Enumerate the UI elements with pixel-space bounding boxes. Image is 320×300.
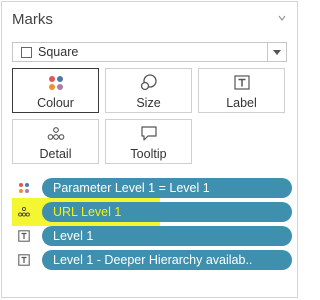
colour-button[interactable]: Colour xyxy=(12,68,99,113)
detail-button[interactable]: Detail xyxy=(12,119,99,164)
colour-dots-icon xyxy=(49,76,63,90)
square-mark-icon xyxy=(21,47,32,58)
label-T-icon xyxy=(18,254,30,266)
tooltip-button-label: Tooltip xyxy=(130,147,167,161)
marks-card-title: Marks xyxy=(12,11,53,28)
colour-dots-icon xyxy=(19,183,29,193)
field-pill-label: URL Level 1 xyxy=(53,205,122,219)
mark-type-dropdown[interactable]: Square xyxy=(12,42,287,62)
mark-type-value: Square xyxy=(38,45,79,59)
tooltip-button[interactable]: Tooltip xyxy=(105,119,192,164)
field-pill[interactable]: Level 1 - Deeper Hierarchy availab.. xyxy=(42,250,292,270)
dropdown-divider xyxy=(267,43,268,61)
field-row-colour[interactable]: Parameter Level 1 = Level 1 xyxy=(12,178,292,198)
size-button[interactable]: Size xyxy=(105,68,192,113)
detail-dots-icon xyxy=(47,127,65,140)
label-button-label: Label xyxy=(226,96,257,110)
colour-button-label: Colour xyxy=(37,96,74,110)
detail-dots-icon xyxy=(18,206,30,217)
tooltip-speech-icon xyxy=(141,126,157,141)
field-pill[interactable]: URL Level 1 xyxy=(42,202,292,222)
detail-button-label: Detail xyxy=(39,147,72,161)
field-pill[interactable]: Parameter Level 1 = Level 1 xyxy=(42,178,292,198)
card-menu-caret-icon[interactable] xyxy=(277,13,287,23)
label-T-icon xyxy=(234,75,250,90)
size-button-label: Size xyxy=(136,96,161,110)
field-row-label[interactable]: Level 1 - Deeper Hierarchy availab.. xyxy=(12,250,292,270)
label-button[interactable]: Label xyxy=(198,68,285,113)
marks-card: Marks Square Colour Size Label Detail To… xyxy=(1,1,298,298)
field-row-label[interactable]: Level 1 xyxy=(12,226,292,246)
field-row-detail[interactable]: URL Level 1 xyxy=(12,202,292,222)
label-T-icon xyxy=(18,230,30,242)
field-pill[interactable]: Level 1 xyxy=(42,226,292,246)
size-circles-icon xyxy=(140,74,157,91)
chevron-down-icon[interactable] xyxy=(272,49,282,57)
